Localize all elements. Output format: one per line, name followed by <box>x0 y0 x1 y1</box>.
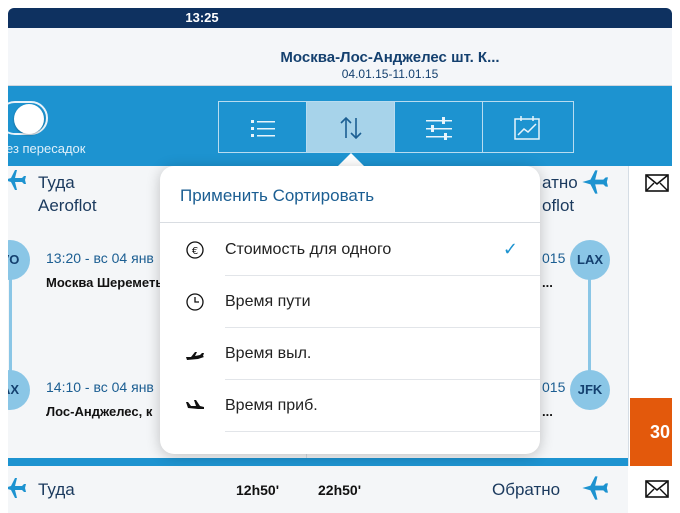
segment-sort[interactable] <box>306 101 395 153</box>
plane-takeoff-icon <box>186 352 204 360</box>
return-airline: oflot <box>542 196 575 215</box>
sort-option-label: Время приб. <box>225 397 318 414</box>
outbound-dep-station: Москва Шереметь <box>46 275 164 290</box>
outbound-arr-station: Лос-Анджелес, к <box>46 404 153 419</box>
segment-chart[interactable] <box>482 101 574 153</box>
return-arr-node: JFK <box>570 370 610 410</box>
bottom-duration-out: 12h50' <box>236 482 280 498</box>
status-bar: 13:25 <box>8 8 672 28</box>
sort-option-departure[interactable]: Время выл. <box>160 328 540 380</box>
mail-icon[interactable] <box>645 174 669 192</box>
popover-header: Применить Сортировать <box>180 186 374 206</box>
route-title[interactable]: Москва-Лос-Анджелес шт. К... <box>240 49 540 66</box>
sort-option-label: Время пути <box>225 293 311 310</box>
segment-filter[interactable] <box>394 101 483 153</box>
return-direction: атно <box>542 173 578 192</box>
route-header: Москва-Лос-Анджелес шт. К... 04.01.15-11… <box>8 28 672 86</box>
sort-option-duration[interactable]: Время пути <box>160 276 540 328</box>
route-dates: 04.01.15-11.01.15 <box>341 67 439 81</box>
return-arr-station: ... <box>542 404 553 419</box>
mail-icon-bottom[interactable] <box>645 480 669 498</box>
plane-landing-icon <box>186 400 204 409</box>
outbound-dep-time: 13:20 - вс 04 янв <box>46 250 154 266</box>
list-icon <box>251 120 275 137</box>
calendar-chart-icon <box>514 116 540 140</box>
return-dep-node: LAX <box>570 240 610 280</box>
sort-option-label: Стоимость для одного <box>225 241 392 258</box>
popover-arrow <box>337 153 365 167</box>
sort-option-price[interactable]: € Стоимость для одного ✓ <box>160 224 540 276</box>
sort-option-label: Время выл. <box>225 345 312 362</box>
popover-title: Сортировать <box>272 186 375 205</box>
segment-list[interactable] <box>218 101 307 153</box>
outbound-arr-time: 14:10 - вс 04 янв <box>46 379 154 395</box>
price-badge[interactable]: 30 <box>630 398 672 466</box>
nonstop-toggle[interactable] <box>8 101 48 135</box>
svg-text:€: € <box>192 246 198 257</box>
app-window: 13:25 Москва-Лос-Анджелес шт. К... 04.01… <box>8 8 672 513</box>
return-arr-year: 015 <box>542 379 566 395</box>
card-separator <box>8 458 628 466</box>
checkmark-icon: ✓ <box>502 239 518 259</box>
plane-icon-return <box>582 170 608 194</box>
status-time: 13:25 <box>185 10 219 25</box>
bottom-direction-out: Туда <box>38 480 75 499</box>
plane-icon <box>8 170 26 190</box>
option-divider <box>225 431 540 432</box>
outbound-direction: Туда <box>38 173 75 192</box>
bottom-duration-back: 22h50' <box>318 482 362 498</box>
nonstop-toggle-label: ез пересадок <box>8 141 86 156</box>
sort-arrows-icon <box>340 116 362 140</box>
return-dep-station: ... <box>542 275 553 290</box>
sliders-icon <box>426 117 452 140</box>
popover-divider <box>160 222 540 223</box>
toggle-knob <box>14 104 44 134</box>
apply-button[interactable]: Применить <box>180 186 268 205</box>
outbound-airline: Aeroflot <box>38 196 97 215</box>
plane-icon-bottom <box>8 478 26 498</box>
sort-option-arrival[interactable]: Время приб. <box>160 380 540 432</box>
plane-icon-bottom-return <box>582 476 608 500</box>
return-dep-year: 015 <box>542 250 566 266</box>
bottom-direction-back: Обратно <box>492 480 561 499</box>
clock-icon <box>186 293 204 311</box>
sort-popover: Применить Сортировать € Стоимость для од… <box>160 166 540 454</box>
euro-circle-icon: € <box>186 241 204 259</box>
